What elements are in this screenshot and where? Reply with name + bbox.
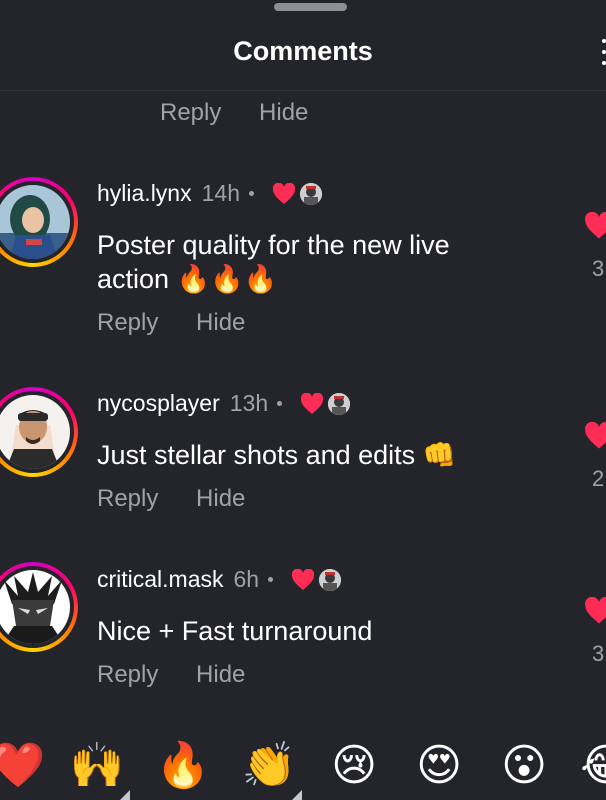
like-heart-icon[interactable] bbox=[584, 597, 606, 625]
comment-meta: critical.mask 6h bbox=[97, 566, 342, 593]
comment-emoji: 🔥🔥🔥 bbox=[176, 264, 278, 295]
reply-button[interactable]: Reply bbox=[97, 309, 158, 336]
reply-button[interactable]: Reply bbox=[97, 485, 158, 512]
comment-meta: hylia.lynx 14h bbox=[97, 180, 322, 207]
reaction-clap-button[interactable]: 👏 bbox=[241, 738, 297, 794]
quick-reaction-bar: ❤️ 🙌 🔥 👏 😢 😍 😮 😂 bbox=[0, 730, 606, 800]
comment-actions: Reply Hide bbox=[97, 661, 276, 689]
drag-handle[interactable] bbox=[274, 3, 347, 11]
creator-liked-heart-icon bbox=[292, 568, 315, 590]
like-heart-icon[interactable] bbox=[584, 212, 606, 240]
reaction-crying-button[interactable]: 😢 bbox=[326, 738, 382, 794]
avatar[interactable] bbox=[0, 177, 78, 267]
creator-liked-heart-icon bbox=[272, 182, 296, 204]
more-options-icon[interactable] bbox=[600, 36, 606, 70]
like-heart-icon[interactable] bbox=[584, 422, 606, 450]
comment-text: Poster quality for the new live action 🔥… bbox=[97, 228, 517, 297]
corner-indicator bbox=[120, 790, 130, 800]
comment-actions: Reply Hide bbox=[97, 309, 276, 337]
like-count: 3 bbox=[592, 256, 605, 281]
comment-text: Just stellar shots and edits 👊 bbox=[97, 438, 517, 473]
page-title: Comments bbox=[233, 36, 373, 66]
creator-avatar-icon bbox=[328, 392, 351, 415]
comment-actions: Reply Hide bbox=[97, 485, 276, 513]
timestamp: 6h bbox=[233, 566, 260, 592]
timestamp: 13h bbox=[229, 390, 269, 416]
hide-button[interactable]: Hide bbox=[259, 99, 308, 126]
reaction-laughing-button[interactable]: 😂 bbox=[578, 738, 606, 794]
creator-liked-heart-icon bbox=[301, 392, 324, 414]
comment-body: Just stellar shots and edits bbox=[97, 440, 416, 470]
timestamp: 14h bbox=[201, 180, 240, 206]
reaction-surprised-button[interactable]: 😮 bbox=[496, 738, 552, 794]
hide-button[interactable]: Hide bbox=[196, 661, 245, 688]
like-count: 3 bbox=[592, 641, 605, 666]
corner-indicator bbox=[292, 790, 302, 800]
reaction-fire-button[interactable]: 🔥 bbox=[155, 738, 211, 794]
comment-meta: nycosplayer 13h bbox=[97, 390, 351, 417]
username[interactable]: hylia.lynx bbox=[97, 180, 192, 207]
separator-dot bbox=[277, 401, 283, 406]
username[interactable]: critical.mask bbox=[97, 566, 224, 593]
comment-body: Nice + Fast turnaround bbox=[97, 616, 373, 646]
previous-comment-actions: Reply Hide bbox=[160, 99, 339, 127]
separator-dot bbox=[268, 577, 274, 582]
reply-button[interactable]: Reply bbox=[160, 99, 221, 126]
avatar[interactable] bbox=[0, 562, 78, 652]
reply-button[interactable]: Reply bbox=[97, 661, 158, 688]
creator-avatar-icon bbox=[319, 568, 342, 591]
like-count: 2 bbox=[592, 466, 605, 491]
username[interactable]: nycosplayer bbox=[97, 390, 220, 417]
reaction-raised-hands-button[interactable]: 🙌 bbox=[69, 738, 125, 794]
comments-sheet: Comments Reply Hide hylia.lynx 14h Poste… bbox=[0, 0, 606, 800]
comment-emoji: 👊 bbox=[422, 440, 457, 471]
header-divider bbox=[0, 90, 606, 91]
hide-button[interactable]: Hide bbox=[196, 485, 245, 512]
reaction-heart-button[interactable]: ❤️ bbox=[0, 738, 46, 794]
comment-text: Nice + Fast turnaround bbox=[97, 614, 517, 649]
separator-dot bbox=[248, 191, 254, 196]
hide-button[interactable]: Hide bbox=[196, 309, 245, 336]
creator-avatar-icon bbox=[299, 182, 322, 205]
reaction-heart-eyes-button[interactable]: 😍 bbox=[411, 738, 467, 794]
avatar[interactable] bbox=[0, 387, 78, 477]
